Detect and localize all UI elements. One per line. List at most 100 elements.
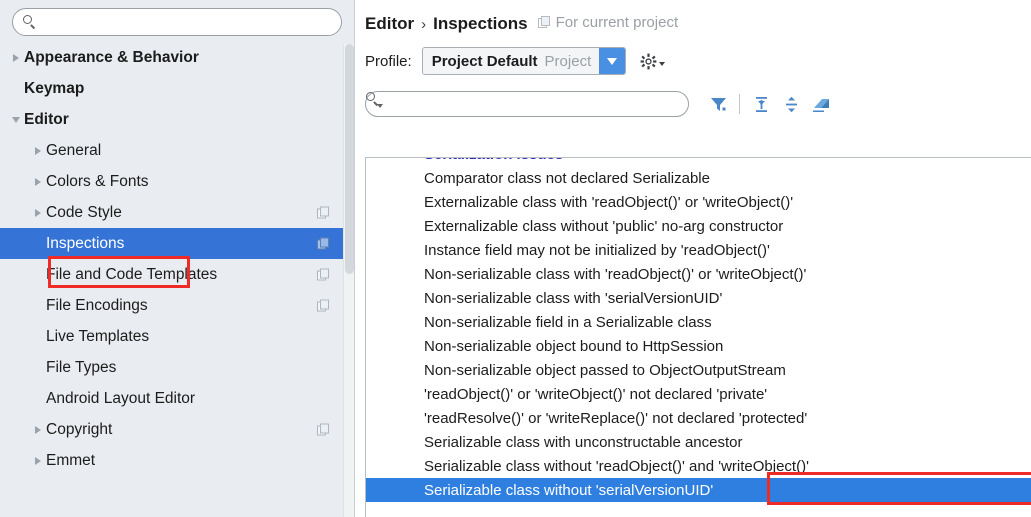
inspection-label: Comparator class not declared Serializab… — [424, 170, 710, 187]
inspection-label: Serializable class without 'serialVersio… — [424, 482, 713, 499]
copy-config-icon[interactable] — [317, 268, 330, 281]
inspection-label: Non-serializable object bound to HttpSes… — [424, 338, 723, 355]
copy-config-icon[interactable] — [317, 423, 330, 436]
copy-config-icon[interactable] — [317, 237, 330, 250]
inspection-label: Non-serializable object passed to Object… — [424, 362, 786, 379]
sidebar-item-copyright[interactable]: Copyright — [0, 414, 354, 445]
inspections-search-box[interactable] — [365, 91, 689, 117]
profile-scope: Project — [545, 53, 592, 70]
expand-all-icon[interactable] — [746, 91, 776, 117]
collapse-all-icon[interactable] — [776, 91, 806, 117]
sidebar-item-keymap[interactable]: Keymap — [0, 73, 354, 104]
inspections-toolbar — [355, 88, 1031, 120]
chevron-right-icon[interactable] — [30, 178, 46, 186]
sidebar-item-label: Emmet — [46, 452, 95, 470]
inspection-label: 'readObject()' or 'writeObject()' not de… — [424, 386, 767, 403]
inspection-label: Externalizable class without 'public' no… — [424, 218, 783, 235]
sidebar-scrollbar[interactable] — [343, 44, 354, 517]
toolbar-divider — [739, 94, 740, 114]
profile-name: Project Default — [432, 53, 538, 70]
inspection-label: 'readResolve()' or 'writeReplace()' not … — [424, 410, 807, 427]
inspections-search-input[interactable] — [383, 94, 688, 114]
gear-icon — [640, 53, 657, 70]
inspection-row[interactable]: Non-serializable class with 'serialVersi… — [366, 286, 1031, 310]
inspection-row[interactable]: Externalizable class with 'readObject()'… — [366, 190, 1031, 214]
sidebar-item-android-layout-editor[interactable]: Android Layout Editor — [0, 383, 354, 414]
inspection-label: Non-serializable class with 'serialVersi… — [424, 290, 722, 307]
sidebar-item-label: General — [46, 142, 101, 160]
sidebar-item-label: Inspections — [46, 235, 124, 253]
profile-combobox-value[interactable]: Project Default Project — [423, 48, 600, 74]
inspections-panel: Editor › Inspections For current project… — [355, 0, 1031, 517]
chevron-right-icon[interactable] — [30, 426, 46, 434]
chevron-down-icon[interactable] — [8, 117, 24, 123]
sidebar-item-label: Code Style — [46, 204, 122, 222]
sidebar-search-input[interactable] — [37, 11, 341, 33]
sidebar-item-inspections[interactable]: Inspections — [0, 228, 354, 259]
sidebar-item-label: Live Templates — [46, 328, 149, 346]
inspection-label: Non-serializable field in a Serializable… — [424, 314, 712, 331]
sidebar-item-label: Android Layout Editor — [46, 390, 195, 408]
sidebar-item-label: File Encodings — [46, 297, 148, 315]
sidebar-item-code-style[interactable]: Code Style — [0, 197, 354, 228]
inspections-list: Serialization issues Comparator class not… — [365, 157, 1031, 517]
chevron-down-icon — [607, 58, 617, 65]
sidebar-item-label: Keymap — [24, 80, 84, 98]
inspection-label: Serializable class with unconstructable … — [424, 434, 743, 451]
sidebar-item-file-types[interactable]: File Types — [0, 352, 354, 383]
copy-config-icon[interactable] — [317, 299, 330, 312]
copy-config-icon — [538, 16, 551, 29]
reset-eraser-icon[interactable] — [806, 91, 836, 117]
sidebar-item-label: Appearance & Behavior — [24, 49, 199, 67]
scope-note: For current project — [538, 14, 679, 31]
profile-combobox[interactable]: Project Default Project — [422, 47, 627, 75]
sidebar-search-box[interactable] — [12, 8, 342, 36]
sidebar-item-appearance-behavior[interactable]: Appearance & Behavior — [0, 42, 354, 73]
inspection-row[interactable]: Instance field may not be initialized by… — [366, 238, 1031, 262]
inspection-label: Serialization issues — [424, 157, 563, 163]
gear-dropdown-arrow-icon — [659, 62, 665, 66]
inspection-label: Serializable class without 'readObject()… — [424, 458, 809, 475]
profile-label: Profile: — [365, 53, 412, 70]
sidebar-item-colors-fonts[interactable]: Colors & Fonts — [0, 166, 354, 197]
sidebar-item-label: Colors & Fonts — [46, 173, 149, 191]
sidebar-item-label: Copyright — [46, 421, 112, 439]
chevron-right-icon[interactable] — [30, 457, 46, 465]
sidebar-item-editor[interactable]: Editor — [0, 104, 354, 135]
inspection-row[interactable]: Externalizable class without 'public' no… — [366, 214, 1031, 238]
profile-row: Profile: Project Default Project — [355, 46, 1031, 76]
chevron-right-icon[interactable] — [8, 54, 24, 62]
chevron-right-icon[interactable] — [30, 209, 46, 217]
copy-config-icon[interactable] — [317, 206, 330, 219]
settings-dialog: Appearance & Behavior Keymap Editor General… — [0, 0, 1031, 517]
inspection-group-row[interactable]: Serialization issues — [366, 157, 1031, 166]
sidebar-item-general[interactable]: General — [0, 135, 354, 166]
sidebar-scrollbar-thumb[interactable] — [345, 44, 354, 274]
inspection-row[interactable]: Non-serializable object bound to HttpSes… — [366, 334, 1031, 358]
inspection-row[interactable]: Non-serializable object passed to Object… — [366, 358, 1031, 382]
settings-sidebar: Appearance & Behavior Keymap Editor General… — [0, 0, 355, 517]
sidebar-item-file-and-code-templates[interactable]: File and Code Templates — [0, 259, 354, 290]
profile-dropdown-button[interactable] — [599, 48, 625, 74]
sidebar-item-label: Editor — [24, 111, 69, 129]
breadcrumb-parent[interactable]: Editor — [365, 14, 414, 34]
filter-icon[interactable] — [703, 91, 733, 117]
inspection-row[interactable]: Comparator class not declared Serializab… — [366, 166, 1031, 190]
chevron-right-icon[interactable] — [30, 147, 46, 155]
sidebar-item-file-encodings[interactable]: File Encodings — [0, 290, 354, 321]
inspection-row[interactable]: Non-serializable class with 'readObject(… — [366, 262, 1031, 286]
inspection-row[interactable]: Serializable class with unconstructable … — [366, 430, 1031, 454]
sidebar-item-emmet[interactable]: Emmet — [0, 445, 354, 476]
inspection-row[interactable]: Non-serializable field in a Serializable… — [366, 310, 1031, 334]
toolbar-icon-group — [703, 91, 836, 117]
breadcrumb: Editor › Inspections For current project — [355, 0, 1031, 34]
profile-settings-button[interactable] — [640, 53, 665, 70]
sidebar-item-live-templates[interactable]: Live Templates — [0, 321, 354, 352]
inspection-row[interactable]: Serializable class without 'serialVersio… — [366, 478, 1031, 502]
breadcrumb-separator-icon: › — [421, 16, 426, 33]
sidebar-tree: Appearance & Behavior Keymap Editor General… — [0, 42, 354, 476]
sidebar-item-label: File and Code Templates — [46, 266, 217, 284]
inspection-row[interactable]: Serializable class without 'readObject()… — [366, 454, 1031, 478]
inspection-row[interactable]: 'readResolve()' or 'writeReplace()' not … — [366, 406, 1031, 430]
inspection-row[interactable]: 'readObject()' or 'writeObject()' not de… — [366, 382, 1031, 406]
